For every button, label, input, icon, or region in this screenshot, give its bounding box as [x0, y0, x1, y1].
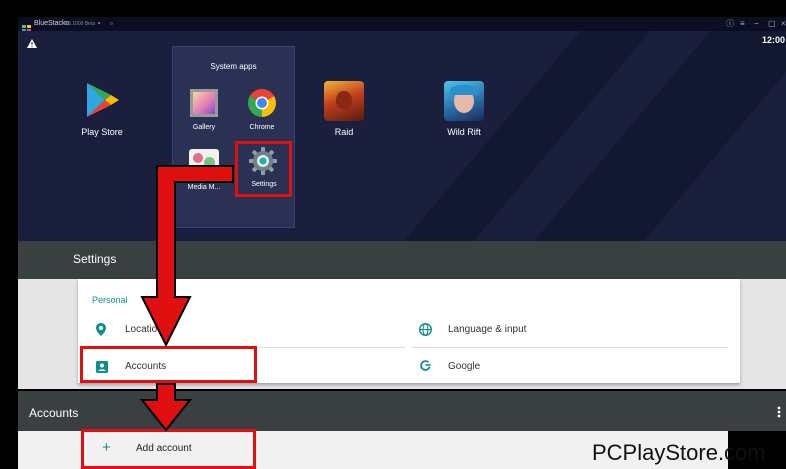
watermark-text: PCPlayStore.com	[592, 440, 766, 465]
annotation-arrows	[139, 165, 234, 432]
arrow-to-add-account	[139, 383, 193, 432]
arrow-to-accounts	[140, 165, 234, 348]
